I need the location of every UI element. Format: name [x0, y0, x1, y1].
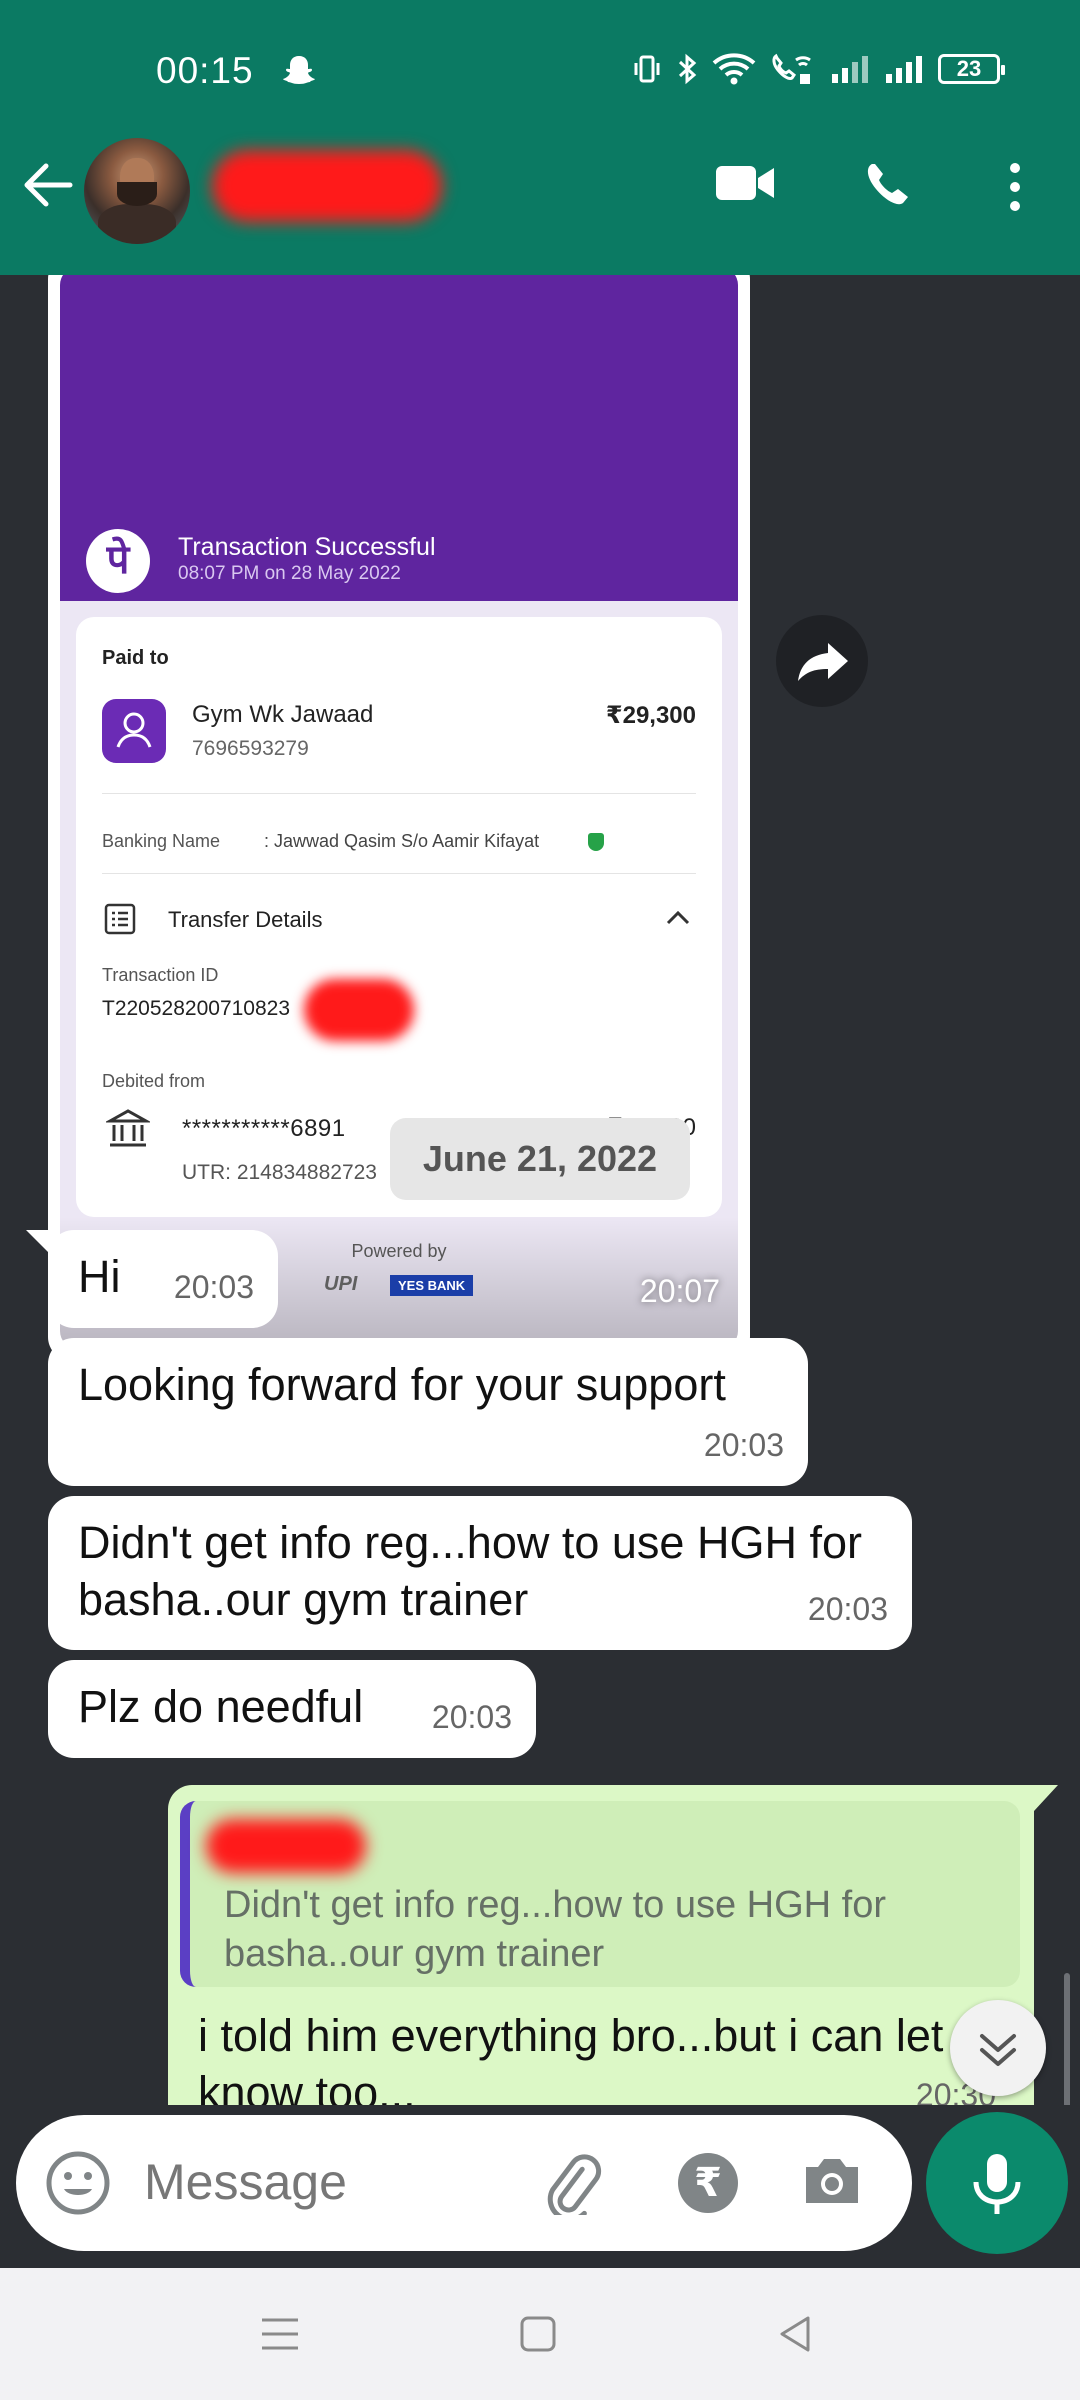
quoted-sender-redacted: [206, 1819, 366, 1873]
message-text: Hi: [78, 1251, 121, 1302]
utr-number: UTR: 214834882723: [182, 1161, 377, 1184]
contact-avatar[interactable]: [84, 138, 190, 244]
incoming-message-2[interactable]: Looking forward for your support 20:03: [48, 1338, 808, 1486]
banking-name-value: : Jawwad Qasim S/o Aamir Kifayat: [264, 831, 540, 851]
top-app-bar: 00:15 23: [0, 0, 1080, 275]
scroll-to-bottom-button[interactable]: [950, 2000, 1046, 2096]
incoming-message-1[interactable]: Hi 20:03: [48, 1230, 278, 1328]
paid-to-label: Paid to: [102, 647, 169, 669]
battery-indicator: 23: [938, 54, 1005, 84]
more-options-icon[interactable]: [1000, 160, 1030, 219]
message-time: 20:03: [431, 1699, 512, 1735]
message-text: Looking forward for your support: [78, 1359, 726, 1410]
receipt-title: Transaction Successful: [178, 533, 436, 561]
wifi-icon: [712, 53, 756, 85]
home-icon[interactable]: [516, 2312, 560, 2361]
signal-icon-1: [832, 56, 868, 83]
system-navigation-bar: [0, 2268, 1080, 2400]
forward-icon: [798, 643, 848, 681]
divider: [102, 873, 696, 874]
banking-name-label: Banking Name: [102, 831, 221, 851]
status-icons: 23: [632, 52, 1005, 86]
yes-bank-logo: YES BANK: [390, 1275, 474, 1296]
payee-name: Gym Wk Jawaad: [192, 701, 374, 728]
chevron-up-icon: [666, 909, 690, 930]
receipt-datetime: 08:07 PM on 28 May 2022: [178, 563, 401, 584]
bank-icon: [104, 1107, 152, 1156]
debited-from-label: Debited from: [102, 1071, 206, 1091]
bluetooth-icon: [678, 53, 697, 85]
date-separator: June 21, 2022: [390, 1118, 690, 1200]
message-timestamp: 20:07: [639, 1273, 720, 1309]
divider: [102, 793, 696, 794]
contact-name-redacted[interactable]: [212, 150, 442, 222]
message-time: 20:03: [173, 1269, 254, 1305]
snapchat-notification-icon: [282, 54, 316, 91]
message-input[interactable]: Message: [144, 2153, 347, 2211]
status-bar: 00:15 23: [0, 40, 1080, 100]
payee-phone: 7696593279: [192, 737, 309, 760]
scrollbar[interactable]: [1064, 1973, 1070, 2105]
incoming-message-3[interactable]: Didn't get info reg...how to use HGH for…: [48, 1496, 912, 1650]
forward-button[interactable]: [776, 615, 868, 707]
recent-apps-icon[interactable]: [258, 2312, 302, 2361]
redaction-mark: [304, 979, 414, 1041]
message-text: Didn't get info reg...how to use HGH for…: [78, 1517, 862, 1625]
message-composer: Message ₹: [16, 2115, 912, 2251]
message-text: Plz do needful: [78, 1681, 364, 1732]
signal-icon-2: [886, 56, 922, 83]
bubble-tail: [1034, 1785, 1058, 1811]
message-time: 20:03: [703, 1427, 784, 1463]
vibrate-icon: [634, 55, 660, 83]
phone-call-icon[interactable]: [862, 160, 916, 219]
double-chevron-down-icon: [980, 2034, 1016, 2066]
video-call-icon[interactable]: [714, 160, 776, 211]
back-nav-icon[interactable]: [774, 2312, 818, 2361]
chat-area[interactable]: पे Transaction Successful 08:07 PM on 28…: [0, 275, 1080, 2105]
microphone-icon: [973, 2154, 1021, 2214]
incoming-message-4[interactable]: Plz do needful 20:03: [48, 1660, 536, 1758]
quoted-text: Didn't get info reg...how to use HGH for…: [224, 1884, 887, 1975]
payee-icon: [102, 699, 166, 763]
attach-icon[interactable]: [538, 2151, 604, 2222]
verified-shield-icon: [588, 833, 604, 851]
debited-account: ***********6891: [182, 1115, 346, 1142]
paid-amount: ₹29,300: [605, 702, 696, 729]
phonepe-logo: पे: [86, 529, 150, 593]
payment-rupee-icon[interactable]: ₹: [678, 2153, 738, 2213]
quoted-reply[interactable]: Didn't get info reg...how to use HGH for…: [180, 1801, 1020, 1987]
back-arrow-icon[interactable]: [22, 162, 74, 213]
wifi-calling-icon: [772, 53, 811, 84]
outgoing-message[interactable]: Didn't get info reg...how to use HGH for…: [168, 1785, 1034, 2105]
voice-record-button[interactable]: [926, 2112, 1068, 2254]
transaction-id-value: T220528200710823: [102, 997, 291, 1020]
list-icon: [104, 903, 136, 935]
message-time: 20:03: [807, 1591, 888, 1627]
camera-icon[interactable]: [800, 2153, 864, 2214]
message-text: i told him everything bro...but i can le…: [198, 2010, 981, 2105]
status-time: 00:15: [156, 50, 254, 91]
upi-logo: UPI: [324, 1273, 358, 1295]
emoji-icon[interactable]: [44, 2149, 112, 2222]
transaction-id-label: Transaction ID: [102, 965, 219, 985]
transfer-details-label: Transfer Details: [168, 907, 323, 932]
